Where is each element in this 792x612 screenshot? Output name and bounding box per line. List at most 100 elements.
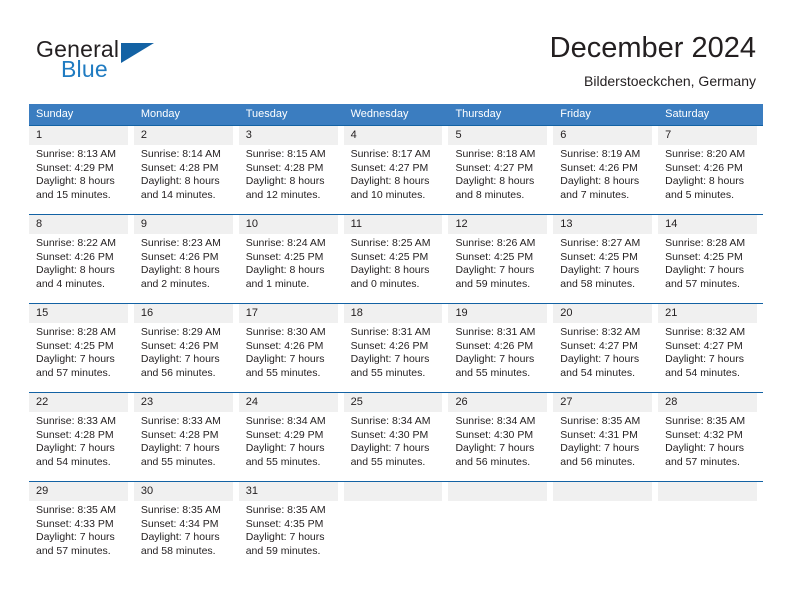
calendar-day-cell-empty <box>343 482 449 566</box>
calendar-day-cell[interactable]: 27 Sunrise: 8:35 AM Sunset: 4:31 PM Dayligh… <box>553 393 658 481</box>
day-number: 23 <box>133 393 233 412</box>
day-number <box>448 482 548 501</box>
daylight-text-line2: and 54 minutes. <box>560 366 636 379</box>
day-details: Sunrise: 8:31 AM Sunset: 4:26 PM Daylight:… <box>448 323 547 380</box>
calendar-day-cell[interactable]: 14 Sunrise: 8:28 AM Sunset: 4:25 PM Dayligh… <box>658 215 763 303</box>
sunset-text: Sunset: 4:28 PM <box>140 161 219 174</box>
day-number: 31 <box>238 482 338 501</box>
day-number: 3 <box>238 126 338 145</box>
sunset-text: Sunset: 4:26 PM <box>140 339 219 352</box>
brand-logo[interactable]: General Blue <box>36 36 216 86</box>
daylight-text-line1: Daylight: 7 hours <box>350 353 430 365</box>
day-details: Sunrise: 8:33 AM Sunset: 4:28 PM Daylight:… <box>134 412 233 469</box>
sunrise-text: Sunrise: 8:35 AM <box>36 504 116 516</box>
sunrise-text: Sunrise: 8:20 AM <box>665 148 746 160</box>
calendar-day-cell[interactable]: 26 Sunrise: 8:34 AM Sunset: 4:30 PM Dayligh… <box>448 393 553 481</box>
daylight-text-line2: and 55 minutes. <box>140 455 216 468</box>
calendar-day-cell[interactable]: 19 Sunrise: 8:31 AM Sunset: 4:26 PM Dayligh… <box>448 304 553 392</box>
calendar-day-cell[interactable]: 4 Sunrise: 8:17 AM Sunset: 4:27 PM Daylight… <box>343 126 449 214</box>
daylight-text-line1: Daylight: 8 hours <box>140 264 220 276</box>
calendar-weeks: 1 Sunrise: 8:13 AM Sunset: 4:29 PM Daylight… <box>29 125 763 566</box>
day-number: 20 <box>553 304 653 323</box>
calendar-day-cell[interactable]: 18 Sunrise: 8:31 AM Sunset: 4:26 PM Dayligh… <box>343 304 449 392</box>
sunset-text: Sunset: 4:27 PM <box>350 161 429 174</box>
weekday-header-sunday: Sunday <box>36 108 74 120</box>
sunrise-text: Sunrise: 8:32 AM <box>665 326 746 338</box>
daylight-text-line2: and 55 minutes. <box>350 366 426 379</box>
daylight-text-line1: Daylight: 7 hours <box>245 442 325 454</box>
calendar-day-cell[interactable]: 23 Sunrise: 8:33 AM Sunset: 4:28 PM Dayligh… <box>133 393 239 481</box>
daylight-text-line1: Daylight: 8 hours <box>350 175 430 187</box>
calendar-day-cell[interactable]: 12 Sunrise: 8:26 AM Sunset: 4:25 PM Dayligh… <box>448 215 553 303</box>
calendar-day-cell[interactable]: 6 Sunrise: 8:19 AM Sunset: 4:26 PM Daylight… <box>553 126 658 214</box>
sunset-text: Sunset: 4:26 PM <box>140 250 219 263</box>
daylight-text-line2: and 54 minutes. <box>36 455 111 468</box>
sunset-text: Sunset: 4:33 PM <box>36 517 114 530</box>
calendar-day-cell[interactable]: 1 Sunrise: 8:13 AM Sunset: 4:29 PM Daylight… <box>29 126 134 214</box>
daylight-text-line2: and 55 minutes. <box>245 455 321 468</box>
weekday-header-tuesday: Tuesday <box>245 108 288 120</box>
day-number: 17 <box>238 304 338 323</box>
daylight-text-line2: and 54 minutes. <box>665 366 740 379</box>
day-number: 2 <box>133 126 233 145</box>
calendar-week-row: 1 Sunrise: 8:13 AM Sunset: 4:29 PM Daylight… <box>29 125 763 214</box>
calendar-day-cell[interactable]: 13 Sunrise: 8:27 AM Sunset: 4:25 PM Dayligh… <box>553 215 658 303</box>
page-subtitle: Bilderstoeckchen, Germany <box>584 73 756 89</box>
daylight-text-line2: and 57 minutes. <box>665 277 740 290</box>
day-number: 14 <box>658 215 758 234</box>
page-header: General Blue December 2024 Bilderstoeckc… <box>0 0 792 100</box>
calendar-day-cell[interactable]: 17 Sunrise: 8:30 AM Sunset: 4:26 PM Dayligh… <box>238 304 344 392</box>
day-number: 19 <box>448 304 548 323</box>
day-details <box>658 501 757 504</box>
calendar-page: General Blue December 2024 Bilderstoeckc… <box>0 0 792 612</box>
calendar-day-cell[interactable]: 25 Sunrise: 8:34 AM Sunset: 4:30 PM Dayligh… <box>343 393 449 481</box>
calendar-day-cell[interactable]: 31 Sunrise: 8:35 AM Sunset: 4:35 PM Dayligh… <box>238 482 344 566</box>
sunset-text: Sunset: 4:28 PM <box>245 161 324 174</box>
day-details: Sunrise: 8:35 AM Sunset: 4:31 PM Daylight:… <box>553 412 652 469</box>
daylight-text-line2: and 4 minutes. <box>36 277 105 290</box>
calendar-day-cell[interactable]: 16 Sunrise: 8:29 AM Sunset: 4:26 PM Dayligh… <box>133 304 239 392</box>
weekday-header-friday: Friday <box>560 108 591 120</box>
daylight-text-line1: Daylight: 7 hours <box>665 264 744 276</box>
daylight-text-line2: and 57 minutes. <box>36 544 111 557</box>
sunrise-text: Sunrise: 8:34 AM <box>455 415 536 427</box>
day-details: Sunrise: 8:23 AM Sunset: 4:26 PM Daylight:… <box>134 234 233 291</box>
day-details: Sunrise: 8:32 AM Sunset: 4:27 PM Daylight:… <box>553 323 652 380</box>
day-number: 21 <box>658 304 758 323</box>
day-number <box>658 482 758 501</box>
sunrise-text: Sunrise: 8:25 AM <box>350 237 431 249</box>
daylight-text-line1: Daylight: 7 hours <box>665 353 744 365</box>
calendar-day-cell[interactable]: 5 Sunrise: 8:18 AM Sunset: 4:27 PM Daylight… <box>448 126 553 214</box>
calendar-day-cell[interactable]: 7 Sunrise: 8:20 AM Sunset: 4:26 PM Daylight… <box>658 126 763 214</box>
daylight-text-line1: Daylight: 8 hours <box>36 175 115 187</box>
weekday-header-thursday: Thursday <box>455 108 502 120</box>
calendar-day-cell[interactable]: 30 Sunrise: 8:35 AM Sunset: 4:34 PM Dayligh… <box>133 482 239 566</box>
sunset-text: Sunset: 4:30 PM <box>455 428 534 441</box>
calendar-day-cell[interactable]: 22 Sunrise: 8:33 AM Sunset: 4:28 PM Dayligh… <box>29 393 134 481</box>
calendar-day-cell[interactable]: 24 Sunrise: 8:34 AM Sunset: 4:29 PM Dayligh… <box>238 393 344 481</box>
sunrise-text: Sunrise: 8:19 AM <box>560 148 641 160</box>
sunrise-text: Sunrise: 8:33 AM <box>140 415 221 427</box>
calendar-day-cell[interactable]: 9 Sunrise: 8:23 AM Sunset: 4:26 PM Daylight… <box>133 215 239 303</box>
sunset-text: Sunset: 4:25 PM <box>36 339 114 352</box>
calendar-day-cell[interactable]: 21 Sunrise: 8:32 AM Sunset: 4:27 PM Dayligh… <box>658 304 763 392</box>
sunset-text: Sunset: 4:27 PM <box>665 339 743 352</box>
weekday-header-saturday: Saturday <box>665 108 710 120</box>
calendar-day-cell[interactable]: 20 Sunrise: 8:32 AM Sunset: 4:27 PM Dayligh… <box>553 304 658 392</box>
calendar-day-cell[interactable]: 8 Sunrise: 8:22 AM Sunset: 4:26 PM Daylight… <box>29 215 134 303</box>
daylight-text-line2: and 58 minutes. <box>140 544 216 557</box>
calendar-day-cell[interactable]: 29 Sunrise: 8:35 AM Sunset: 4:33 PM Dayligh… <box>29 482 134 566</box>
sunrise-text: Sunrise: 8:18 AM <box>455 148 536 160</box>
day-number: 7 <box>658 126 758 145</box>
calendar-day-cell[interactable]: 2 Sunrise: 8:14 AM Sunset: 4:28 PM Daylight… <box>133 126 239 214</box>
calendar-day-cell[interactable]: 11 Sunrise: 8:25 AM Sunset: 4:25 PM Dayligh… <box>343 215 449 303</box>
calendar-day-cell[interactable]: 28 Sunrise: 8:35 AM Sunset: 4:32 PM Dayligh… <box>658 393 763 481</box>
sunrise-text: Sunrise: 8:32 AM <box>560 326 641 338</box>
calendar-day-cell[interactable]: 10 Sunrise: 8:24 AM Sunset: 4:25 PM Dayligh… <box>238 215 344 303</box>
daylight-text-line1: Daylight: 8 hours <box>455 175 535 187</box>
day-details: Sunrise: 8:28 AM Sunset: 4:25 PM Daylight:… <box>29 323 128 380</box>
calendar-day-cell[interactable]: 3 Sunrise: 8:15 AM Sunset: 4:28 PM Daylight… <box>238 126 344 214</box>
day-number: 11 <box>343 215 443 234</box>
calendar-day-cell[interactable]: 15 Sunrise: 8:28 AM Sunset: 4:25 PM Dayligh… <box>29 304 134 392</box>
day-number: 4 <box>343 126 443 145</box>
